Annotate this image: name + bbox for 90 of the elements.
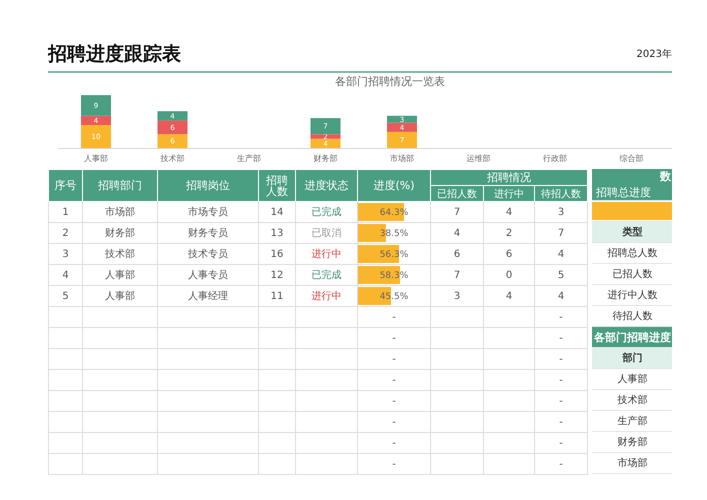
table-cell: 3 [534,202,588,222]
table-cell: 人事经理 [158,286,258,306]
axis-label: 综合部 [620,154,644,163]
table-cell: 市场部 [592,453,672,474]
table-cell: 2 [48,222,82,244]
table-cell: 14 [258,202,296,222]
table-cell: - [358,432,430,454]
table-cell: - [358,348,430,370]
table-cell: 12 [258,264,296,286]
table-cell: 人事部 [82,264,158,286]
axis-label: 技术部 [160,154,184,163]
table-cell: - [358,454,430,474]
table-cell: 技术部 [82,244,158,264]
table-cell: 财务部 [592,432,672,453]
table-cell: 13 [258,222,296,244]
table-cell: 招聘总人数 [592,243,672,264]
table-cell: - [358,412,430,432]
table-cell: 16 [258,244,296,264]
axis-label: 行政部 [543,154,567,163]
table-cell: 财务专员 [158,222,258,244]
table-cell: 市场部 [82,202,158,222]
axis-label: 运维部 [466,154,490,163]
table-cell: - [534,454,588,474]
column-header: 进度(%) [358,170,430,202]
table-cell: 进行中人数 [592,285,672,306]
table-cell: 11 [258,286,296,306]
section-header: 各部门招聘进度 [592,327,672,348]
column-header: 招聘部门 [82,170,158,202]
table-cell: 4 [48,264,82,286]
table-cell: - [534,370,588,390]
table-cell: 4 [484,286,534,306]
axis-label: 生产部 [237,154,261,163]
table-cell: 3 [430,286,484,306]
table-cell: - [534,306,588,328]
table-cell: 财务部 [82,222,158,244]
table-cell: 部门 [592,348,672,369]
status-cell: 已完成 [296,264,358,286]
column-header: 招聘岗位 [158,170,258,202]
table-cell: - [358,328,430,348]
bar-segment [158,134,188,148]
column-header: 已招人数 [430,186,484,202]
column-header: 序号 [48,170,82,202]
panel-header: 数 [592,169,672,185]
table-cell: 技术部 [592,390,672,411]
chart-title: 各部门招聘情况一览表 [335,75,445,88]
column-header: 进行中 [484,186,534,202]
table-cell: 1 [48,202,82,222]
table-cell: 7 [430,264,484,286]
table-cell: 人事部 [82,286,158,306]
status-cell: 进行中 [296,244,358,264]
table-cell: 4 [534,244,588,264]
table-cell: 类型 [592,222,672,243]
column-header: 招聘情况 [430,170,588,186]
table-cell: - [358,306,430,328]
table-cell: 生产部 [592,411,672,432]
table-cell: 7 [430,202,484,222]
table-cell: - [534,412,588,432]
table-cell: 2 [484,222,534,244]
status-cell: 已完成 [296,202,358,222]
column-header: 进度状态 [296,170,358,202]
table-cell: - [534,328,588,348]
table-cell: 已招人数 [592,264,672,285]
table-cell: 0 [484,264,534,286]
table-cell: 6 [430,244,484,264]
table-cell: 6 [484,244,534,264]
axis-label: 市场部 [390,154,414,163]
table-cell: - [534,390,588,412]
status-cell: 进行中 [296,286,358,306]
table-cell: 4 [484,202,534,222]
table-cell: 4 [430,222,484,244]
table-cell: 4 [534,286,588,306]
status-cell: 已取消 [296,222,358,244]
axis-label: 人事部 [84,154,108,163]
table-cell: - [534,432,588,454]
column-header: 待招人数 [534,186,588,202]
year-label: 2023年 [636,48,672,62]
column-header: 招聘人数 [258,170,296,202]
table-cell: 5 [48,286,82,306]
table-cell: 技术专员 [158,244,258,264]
axis-label: 财务部 [314,154,338,163]
table-cell: 人事专员 [158,264,258,286]
table-cell: - [534,348,588,370]
table-cell: - [358,390,430,412]
table-cell: 3 [48,244,82,264]
panel-subheader: 招聘总进度 [592,185,672,201]
table-cell: - [358,370,430,390]
table-cell: 5 [534,264,588,286]
table-cell: 市场专员 [158,202,258,222]
table-cell: 人事部 [592,369,672,390]
table-cell: 7 [534,222,588,244]
